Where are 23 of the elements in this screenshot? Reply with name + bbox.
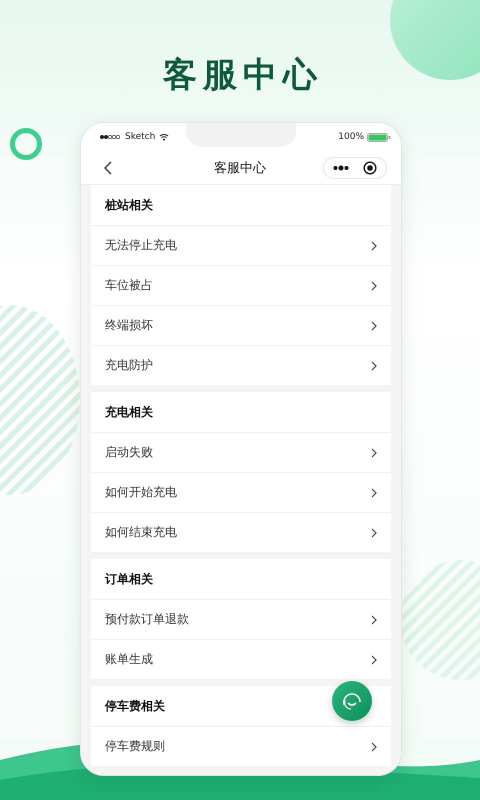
chevron-icon <box>371 528 377 538</box>
capsule-menu[interactable] <box>323 156 387 178</box>
chevron-icon <box>371 280 377 290</box>
battery-percent: 100% <box>338 132 364 142</box>
wifi-icon <box>159 133 170 141</box>
more-icon[interactable] <box>333 164 349 170</box>
chevron-icon <box>371 448 377 458</box>
chevron-icon <box>371 360 377 370</box>
chevron-icon <box>371 614 377 624</box>
chevron-icon <box>371 742 377 752</box>
page-headline: 客服中心 <box>162 54 323 97</box>
carrier-label: Sketch <box>125 132 156 142</box>
headset-icon <box>341 690 363 712</box>
close-target-icon[interactable] <box>363 160 377 174</box>
chevron-icon <box>371 654 377 664</box>
chevron-icon <box>371 240 377 250</box>
chevron-icon <box>371 320 377 330</box>
signal-icon <box>99 134 121 140</box>
chevron-icon <box>371 488 377 498</box>
nav-title: 客服中心 <box>214 160 266 176</box>
battery-icon <box>367 132 391 142</box>
back-icon[interactable] <box>103 160 113 174</box>
ring-icon <box>10 128 42 160</box>
